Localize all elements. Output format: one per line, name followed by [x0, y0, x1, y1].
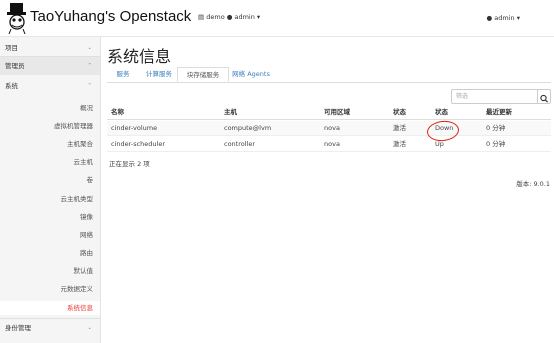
- sidebar-item-routers[interactable]: 路由: [0, 246, 100, 260]
- sidebar-item-label: 概况: [80, 104, 93, 112]
- cell-zone: nova: [324, 124, 340, 132]
- project-selector[interactable]: ▤ demo ● admin ▾: [198, 13, 260, 21]
- sidebar-item-label: 虚拟机管理器: [54, 122, 93, 130]
- tab-compute-services[interactable]: 计算服务: [139, 67, 179, 82]
- sidebar-item-label: 云主机类型: [60, 195, 94, 203]
- tab-block-storage-services[interactable]: 块存储服务: [177, 67, 229, 82]
- sidebar-item-networks[interactable]: 网络: [0, 228, 100, 242]
- cell-updated: 0 分钟: [486, 124, 506, 132]
- page-title: 系统信息: [107, 47, 172, 66]
- chevron-up-icon: ⌃: [87, 83, 92, 89]
- sidebar-item-defaults[interactable]: 默认值: [0, 264, 100, 278]
- project-icon: ▤: [198, 13, 205, 21]
- sidebar-item-label: 路由: [80, 249, 93, 257]
- project-selector-label: demo ● admin ▾: [206, 13, 261, 21]
- top-hat-logo-icon: [7, 3, 26, 34]
- sidebar-section-project[interactable]: 项目 ⌄: [0, 39, 100, 57]
- sidebar-section-admin[interactable]: 管理员 ⌃: [0, 57, 100, 75]
- sidebar-item-images[interactable]: 镜像: [0, 210, 100, 224]
- cell-zone: nova: [324, 140, 340, 148]
- tab-network-agents[interactable]: 网络 Agents: [231, 67, 271, 82]
- sidebar-item-label: 卷: [86, 176, 94, 184]
- cell-updated: 0 分钟: [486, 140, 506, 148]
- search-icon: [540, 94, 549, 103]
- sidebar-item-label: 元数据定义: [60, 285, 94, 293]
- cell-host: compute@lvm: [224, 124, 272, 132]
- user-menu-label: admin ▾: [494, 14, 520, 22]
- tab-bar: 服务 计算服务 块存储服务 网络 Agents: [107, 67, 551, 83]
- brand-title: TaoYuhang's Openstack: [30, 8, 192, 25]
- chevron-down-icon: ⌄: [87, 45, 92, 51]
- search-button[interactable]: [537, 90, 550, 103]
- sidebar-item-metadata[interactable]: 元数据定义: [0, 282, 100, 296]
- sidebar-item-instances[interactable]: 云主机: [0, 155, 100, 169]
- sidebar: 项目 ⌄ 管理员 ⌃ 系统 ⌃ 概况 虚拟机管理器 主机聚合 云主机 卷 云主机…: [0, 37, 101, 343]
- sidebar-item-label: 网络: [80, 231, 93, 239]
- sidebar-item-system-info[interactable]: 系统信息: [0, 301, 100, 315]
- sidebar-section-system[interactable]: 系统 ⌃: [0, 77, 100, 95]
- sidebar-item-host-aggregates[interactable]: 主机聚合: [0, 137, 100, 151]
- cell-status: 激活: [393, 124, 406, 132]
- filter-box: [451, 89, 551, 104]
- top-navbar: TaoYuhang's Openstack ▤ demo ● admin ▾ ●…: [0, 0, 554, 37]
- sidebar-item-label: 系统信息: [67, 304, 93, 312]
- filter-input[interactable]: [452, 90, 544, 103]
- chevron-down-icon: ⌄: [87, 325, 92, 331]
- cell-name: cinder-volume: [111, 124, 158, 132]
- column-header-updated[interactable]: 最近更新: [486, 105, 512, 119]
- sidebar-item-label: 镜像: [80, 213, 93, 221]
- column-header-name[interactable]: 名称: [111, 105, 124, 119]
- sidebar-item-hypervisors[interactable]: 虚拟机管理器: [0, 119, 100, 133]
- tab-services[interactable]: 服务: [111, 67, 135, 82]
- sidebar-section-identity[interactable]: 身份管理 ⌄: [0, 318, 100, 336]
- column-header-status[interactable]: 状态: [393, 105, 406, 119]
- table-header: 名称 主机 可用区域 状态 状态 最近更新: [107, 105, 551, 120]
- item-count: 正在显示 2 项: [109, 160, 150, 168]
- sidebar-section-label: 身份管理: [5, 324, 31, 332]
- sidebar-item-label: 默认值: [73, 267, 94, 275]
- user-icon: ●: [486, 14, 493, 22]
- table-row: cinder-volume compute@lvm nova 激活 Down 0…: [107, 121, 551, 136]
- column-header-state[interactable]: 状态: [435, 105, 448, 119]
- sidebar-item-flavors[interactable]: 云主机类型: [0, 192, 100, 206]
- main-content: 系统信息 服务 计算服务 块存储服务 网络 Agents 名称 主机 可用区域 …: [101, 37, 554, 343]
- sidebar-item-overview[interactable]: 概况: [0, 101, 100, 115]
- sidebar-section-label: 系统: [5, 82, 18, 90]
- sidebar-item-label: 云主机: [73, 158, 94, 166]
- cell-name: cinder-scheduler: [111, 140, 166, 148]
- sidebar-item-volumes[interactable]: 卷: [0, 173, 100, 187]
- version-label: 版本: 9.0.1: [516, 180, 550, 188]
- sidebar-section-label: 管理员: [5, 62, 25, 70]
- chevron-up-icon: ⌃: [87, 63, 92, 69]
- sidebar-item-label: 主机聚合: [67, 140, 93, 148]
- sidebar-section-label: 项目: [5, 44, 18, 52]
- cell-host: controller: [224, 140, 256, 148]
- column-header-host[interactable]: 主机: [224, 105, 237, 119]
- table-row: cinder-scheduler controller nova 激活 Up 0…: [107, 137, 551, 152]
- column-header-zone[interactable]: 可用区域: [324, 105, 350, 119]
- cell-status: 激活: [393, 140, 406, 148]
- user-menu[interactable]: ● admin ▾: [487, 14, 520, 22]
